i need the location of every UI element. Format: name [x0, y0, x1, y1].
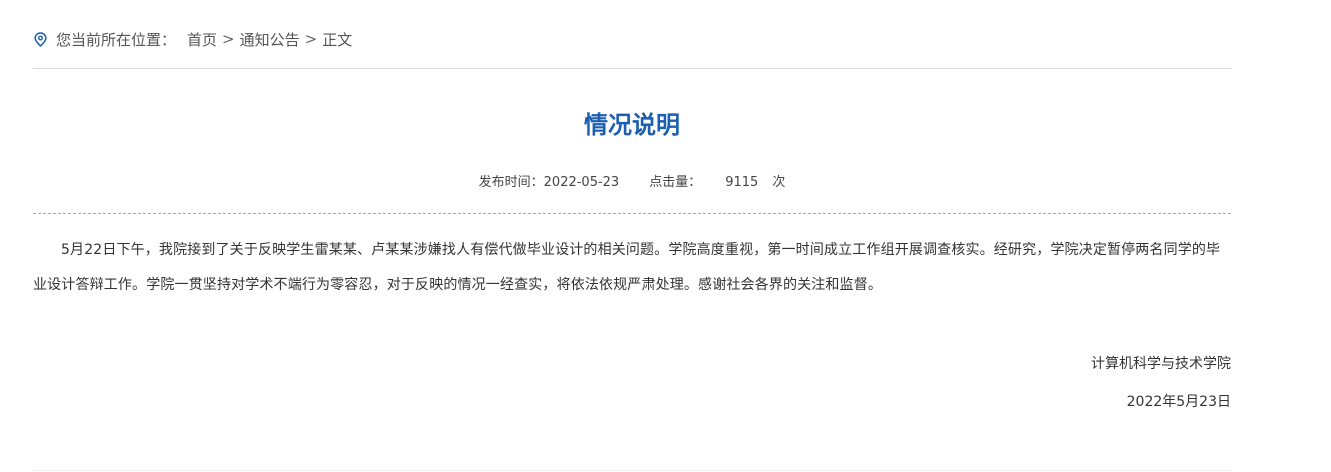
view-count-unit: 次	[772, 175, 786, 190]
breadcrumb: 您当前所在位置： 首页 > 通知公告 > 正文	[33, 28, 352, 50]
article-meta: 发布时间：2022-05-23 点击量： 9115 次	[33, 174, 1231, 192]
article-title: 情况说明	[584, 111, 680, 139]
breadcrumb-current: 正文	[322, 30, 353, 49]
breadcrumb-label: 您当前所在位置：	[56, 30, 177, 49]
publish-date: 2022-05-23	[543, 175, 620, 190]
signature-date: 2022年5月23日	[1126, 394, 1231, 410]
view-count: 9115	[725, 175, 759, 190]
publish-time-label: 发布时间：	[478, 175, 544, 190]
article-body: 5月22日下午，我院接到了关于反映学生雷某某、卢某某涉嫌找人有偿代做毕业设计的相…	[33, 242, 1221, 293]
breadcrumb-separator: >	[222, 30, 235, 48]
footer-divider	[33, 470, 1231, 471]
signature-organization: 计算机科学与技术学院	[1091, 356, 1231, 372]
breadcrumb-separator: >	[304, 30, 318, 48]
breadcrumb-divider	[33, 68, 1231, 69]
location-pin-icon	[33, 31, 47, 47]
meta-divider	[33, 213, 1231, 214]
breadcrumb-home-link[interactable]: 首页	[187, 29, 217, 50]
page-container: 您当前所在位置： 首页 > 通知公告 > 正文 情况说明 发布时间：2022-0…	[33, 0, 1231, 472]
breadcrumb-notices-link[interactable]: 通知公告	[240, 29, 300, 50]
view-count-label: 点击量：	[649, 175, 702, 190]
